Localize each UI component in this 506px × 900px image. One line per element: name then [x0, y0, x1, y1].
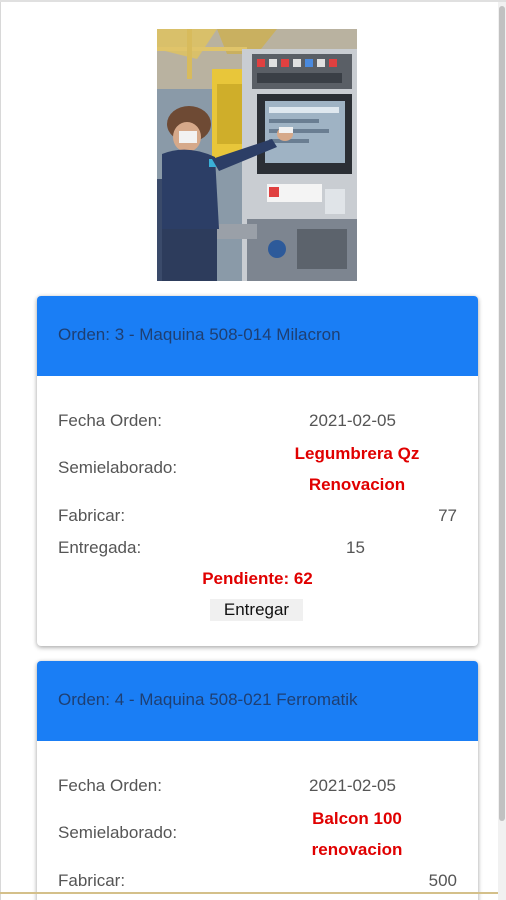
order-title: Orden: 3 - Maquina 508-014 Milacron — [58, 325, 341, 344]
fecha-orden-value: 2021-02-05 — [309, 776, 396, 795]
fabricar-label: Fabricar: — [58, 506, 126, 525]
semielaborado-label: Semielaborado: — [58, 458, 178, 477]
fabricar-value: 77 — [438, 506, 457, 525]
order-card: Orden: 3 - Maquina 508-014 Milacron Fech… — [37, 296, 478, 646]
fabricar-label: Fabricar: — [58, 871, 126, 890]
entregar-button[interactable]: Entregar — [210, 599, 303, 621]
entregada-label: Entregada: — [58, 538, 142, 557]
order-card-header: Orden: 4 - Maquina 508-021 Ferromatik — [37, 661, 478, 741]
scrollbar-thumb[interactable] — [499, 6, 505, 821]
vertical-scrollbar[interactable] — [498, 2, 506, 900]
semielaborado-value-line2: Renovacion — [308, 475, 406, 494]
machine-photo-illustration — [157, 29, 357, 281]
fecha-orden-label: Fecha Orden: — [58, 411, 162, 430]
semielaborado-value: Balcon 100 renovacion — [267, 803, 447, 865]
order-card-header: Orden: 3 - Maquina 508-014 Milacron — [37, 296, 478, 376]
semielaborado-value: Legumbrera Qz Renovacion — [267, 438, 447, 500]
order-card: Orden: 4 - Maquina 508-021 Ferromatik Fe… — [37, 661, 478, 900]
semielaborado-label: Semielaborado: — [58, 823, 178, 842]
app-viewport: Orden: 3 - Maquina 508-014 Milacron Fech… — [0, 0, 506, 900]
fabricar-value: 500 — [428, 871, 457, 890]
fecha-orden-label: Fecha Orden: — [58, 776, 162, 795]
semielaborado-value-line1: Legumbrera Qz — [294, 444, 420, 463]
bottom-divider — [0, 892, 498, 894]
fecha-orden-value: 2021-02-05 — [309, 411, 396, 430]
operator-machine-photo — [157, 29, 357, 281]
semielaborado-value-line1: Balcon 100 — [312, 809, 402, 828]
pendiente-text: Pendiente: 62 — [202, 569, 313, 588]
order-title: Orden: 4 - Maquina 508-021 Ferromatik — [58, 690, 358, 709]
semielaborado-value-line2: renovacion — [311, 840, 403, 859]
entregada-value: 15 — [346, 538, 365, 557]
left-border — [0, 2, 1, 900]
